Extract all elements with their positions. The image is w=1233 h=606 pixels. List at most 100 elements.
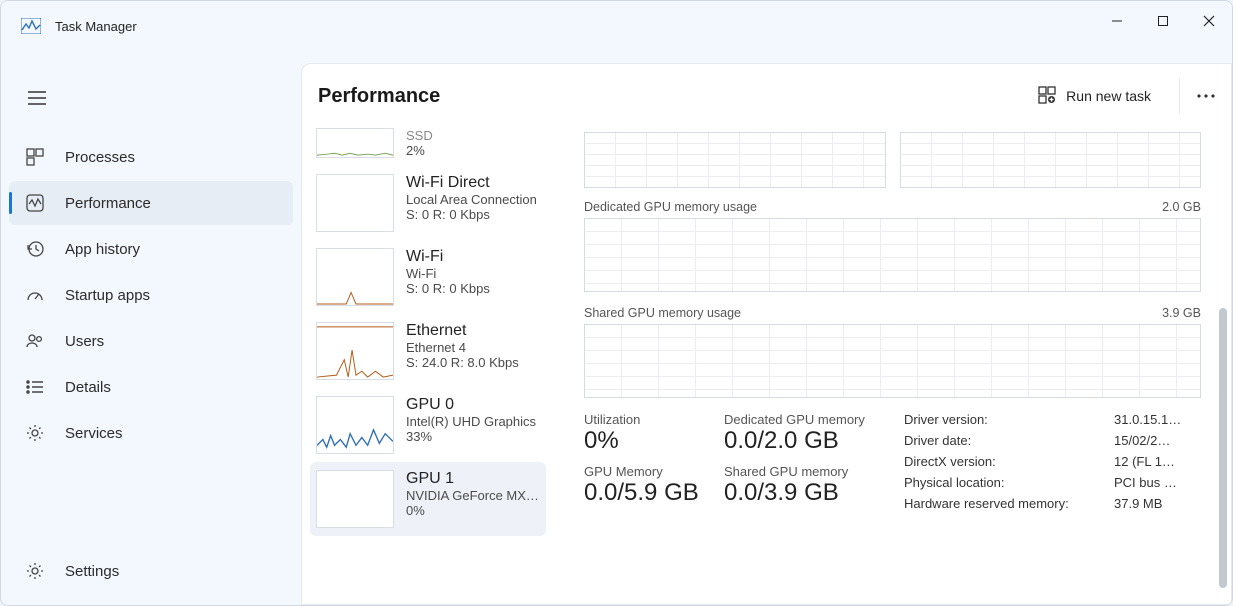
perf-item-ssd[interactable]: SSD 2% xyxy=(310,128,546,166)
perf-thumb xyxy=(316,470,394,528)
small-chart-row xyxy=(584,132,1201,188)
gpu-detail-panel: Dedicated GPU memory usage 2.0 GB Shared… xyxy=(554,128,1231,604)
perf-info: Ethernet Ethernet 4 S: 24.0 R: 8.0 Kbps xyxy=(406,322,540,380)
perf-name: SSD xyxy=(406,128,540,143)
sidebar-item-performance[interactable]: Performance xyxy=(9,181,293,225)
info-k: Hardware reserved memory: xyxy=(904,496,1069,511)
dedicated-label: Dedicated GPU memory usage xyxy=(584,200,757,214)
perf-item-gpu1[interactable]: GPU 1 NVIDIA GeForce MX… 0% xyxy=(310,462,546,536)
perf-stat: S: 0 R: 0 Kbps xyxy=(406,207,540,222)
perf-item-wifi[interactable]: Wi-Fi Wi-Fi S: 0 R: 0 Kbps xyxy=(310,240,546,314)
perf-thumb xyxy=(316,174,394,232)
detail-scrollbar[interactable] xyxy=(1219,308,1227,588)
perf-thumb xyxy=(316,322,394,380)
info-k: Driver version: xyxy=(904,412,988,427)
settings-icon xyxy=(25,561,45,581)
perf-info: Wi-Fi Direct Local Area Connection S: 0 … xyxy=(406,174,540,232)
titlebar: Task Manager xyxy=(1,1,1232,51)
body: Processes Performance App history Startu… xyxy=(1,51,1232,605)
history-icon xyxy=(25,239,45,259)
dedicated-memory-chart xyxy=(584,218,1201,292)
minimize-button[interactable] xyxy=(1094,1,1140,41)
sidebar-item-startup-apps[interactable]: Startup apps xyxy=(9,273,293,317)
activity-icon xyxy=(25,193,45,213)
perf-thumb xyxy=(316,248,394,306)
main-header: Performance Run new task xyxy=(302,64,1231,128)
stats-grid: Utilization 0% Dedicated GPU memory 0.0/… xyxy=(584,412,1201,511)
window-controls xyxy=(1094,1,1232,51)
shared-max: 3.9 GB xyxy=(1162,306,1201,320)
close-button[interactable] xyxy=(1186,1,1232,41)
perf-sub: Ethernet 4 xyxy=(406,340,540,355)
info-v: 37.9 MB xyxy=(1114,496,1162,511)
sidebar-item-processes[interactable]: Processes xyxy=(9,135,293,179)
perf-name: GPU 0 xyxy=(406,396,540,414)
perf-item-gpu0[interactable]: GPU 0 Intel(R) UHD Graphics 33% xyxy=(310,388,546,462)
nav: Processes Performance App history Startu… xyxy=(1,135,301,455)
hamburger-button[interactable] xyxy=(13,79,61,117)
grid-icon xyxy=(25,147,45,167)
gpu-mem-label: GPU Memory xyxy=(584,464,714,479)
dedicated-max: 2.0 GB xyxy=(1162,200,1201,214)
engine-chart-2 xyxy=(900,132,1202,188)
nav-label: Startup apps xyxy=(65,287,150,304)
maximize-button[interactable] xyxy=(1140,1,1186,41)
info-v: PCI bus … xyxy=(1114,475,1177,490)
info-k: DirectX version: xyxy=(904,454,996,469)
dedicated-memory-section: Dedicated GPU memory usage 2.0 GB xyxy=(584,200,1201,292)
list-icon xyxy=(25,377,45,397)
sidebar-item-settings[interactable]: Settings xyxy=(9,549,293,593)
perf-info: Wi-Fi Wi-Fi S: 0 R: 0 Kbps xyxy=(406,248,540,306)
perf-item-ethernet[interactable]: Ethernet Ethernet 4 S: 24.0 R: 8.0 Kbps xyxy=(310,314,546,388)
perf-name: Wi-Fi xyxy=(406,248,540,266)
sidebar: Processes Performance App history Startu… xyxy=(1,51,301,605)
perf-sub: Wi-Fi xyxy=(406,266,540,281)
perf-stat: S: 24.0 R: 8.0 Kbps xyxy=(406,355,540,370)
nav-label: Users xyxy=(65,333,104,350)
titlebar-left: Task Manager xyxy=(1,18,137,34)
sidebar-item-services[interactable]: Services xyxy=(9,411,293,455)
sidebar-item-details[interactable]: Details xyxy=(9,365,293,409)
engine-chart-1 xyxy=(584,132,886,188)
nav-label: Services xyxy=(65,425,123,442)
nav-label: Performance xyxy=(65,195,151,212)
info-k: Driver date: xyxy=(904,433,971,448)
page-title: Performance xyxy=(318,85,440,108)
perf-sub: Local Area Connection xyxy=(406,192,540,207)
shared-mem-label: Shared GPU memory xyxy=(724,464,894,479)
perf-stat: S: 0 R: 0 Kbps xyxy=(406,281,540,296)
gauge-icon xyxy=(25,285,45,305)
perf-stat: 0% xyxy=(406,503,540,518)
perf-sub: NVIDIA GeForce MX… xyxy=(406,488,540,503)
perf-list[interactable]: SSD 2% Wi-Fi Direct Local Area Connectio… xyxy=(302,128,554,604)
nav-label: Details xyxy=(65,379,111,396)
perf-item-wifi-direct[interactable]: Wi-Fi Direct Local Area Connection S: 0 … xyxy=(310,166,546,240)
dedicated-mem-label: Dedicated GPU memory xyxy=(724,412,894,427)
perf-stat: 2% xyxy=(406,143,540,158)
task-manager-window: Task Manager Processes Performance xyxy=(0,0,1233,606)
app-icon xyxy=(21,18,41,34)
gpu-mem-value: 0.0/5.9 GB xyxy=(584,479,714,507)
nav-label: App history xyxy=(65,241,140,258)
info-v: 31.0.15.1… xyxy=(1114,412,1181,427)
perf-info: GPU 0 Intel(R) UHD Graphics 33% xyxy=(406,396,540,454)
main-panel: Performance Run new task xyxy=(301,63,1232,605)
perf-thumb xyxy=(316,128,394,158)
sidebar-item-users[interactable]: Users xyxy=(9,319,293,363)
users-icon xyxy=(25,331,45,351)
perf-name: GPU 1 xyxy=(406,470,540,488)
sidebar-item-app-history[interactable]: App history xyxy=(9,227,293,271)
main-body: SSD 2% Wi-Fi Direct Local Area Connectio… xyxy=(302,128,1231,604)
app-title: Task Manager xyxy=(55,19,137,34)
perf-name: Ethernet xyxy=(406,322,540,340)
dedicated-mem-value: 0.0/2.0 GB xyxy=(724,427,894,455)
shared-memory-section: Shared GPU memory usage 3.9 GB xyxy=(584,306,1201,398)
perf-stat: 33% xyxy=(406,429,540,444)
more-options-button[interactable] xyxy=(1179,78,1215,114)
info-k: Physical location: xyxy=(904,475,1004,490)
perf-info: GPU 1 NVIDIA GeForce MX… 0% xyxy=(406,470,540,528)
utilization-label: Utilization xyxy=(584,412,714,427)
perf-name: Wi-Fi Direct xyxy=(406,174,540,192)
shared-mem-value: 0.0/3.9 GB xyxy=(724,479,894,507)
run-new-task-button[interactable]: Run new task xyxy=(1028,80,1161,113)
